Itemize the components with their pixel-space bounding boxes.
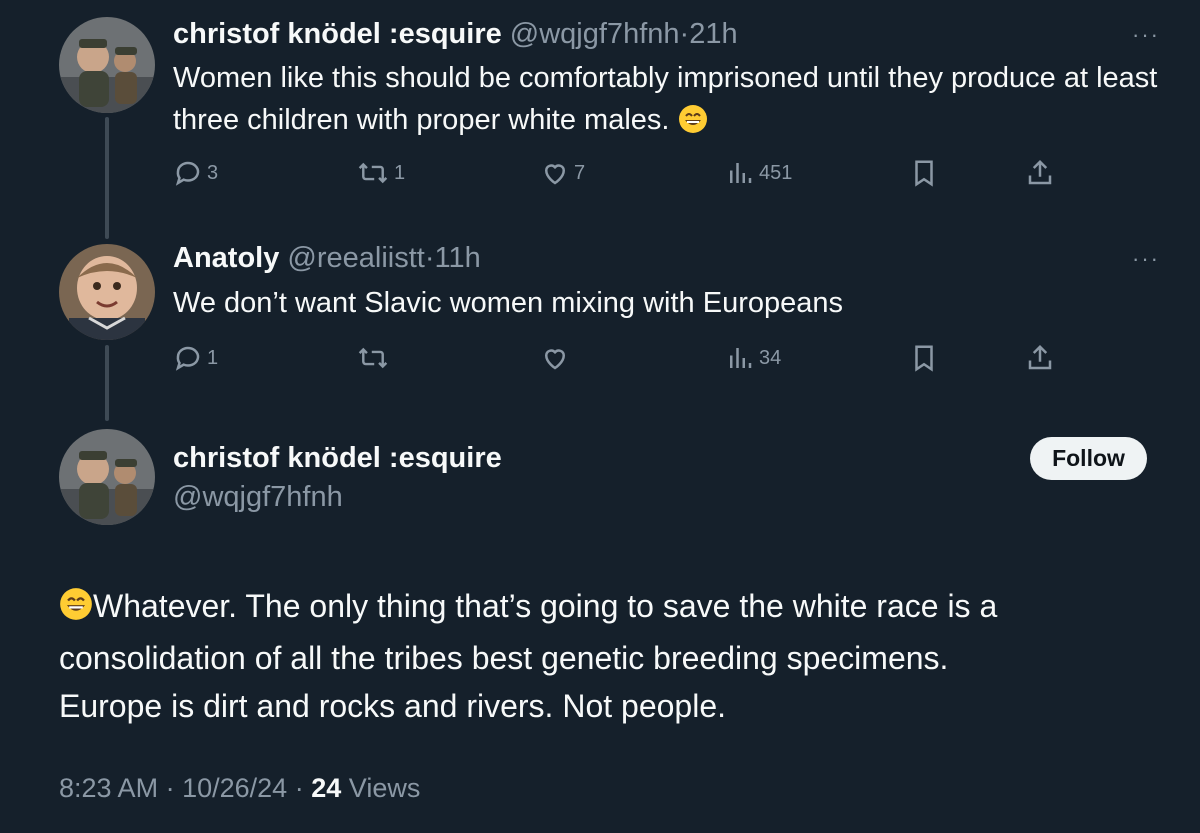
repost-icon bbox=[358, 162, 388, 184]
views-icon bbox=[730, 348, 752, 368]
repost-button[interactable] bbox=[356, 343, 394, 373]
header-separator: · bbox=[424, 242, 435, 274]
repost-icon bbox=[358, 347, 388, 369]
tweet-body: Women like this should be comfortably im… bbox=[173, 62, 1158, 136]
header-separator: · bbox=[679, 18, 690, 50]
views-button[interactable]: 34 bbox=[725, 343, 781, 373]
tweet-time[interactable]: 21h bbox=[689, 18, 737, 50]
author-name[interactable]: christof knödel :esquire bbox=[173, 440, 502, 476]
author-handle[interactable]: @reealiistt bbox=[287, 242, 424, 274]
tweet-body-line: Whatever. The only thing that’s going to… bbox=[93, 588, 998, 624]
views-count: 24 bbox=[311, 773, 342, 803]
author-handle[interactable]: @wqjgf7hfnh bbox=[173, 479, 343, 515]
tweet-metadata: 8:23 AM · 10/26/24 · 24 Views bbox=[59, 770, 420, 806]
more-options-button[interactable]: ··· bbox=[1132, 24, 1160, 46]
meta-separator: · bbox=[294, 773, 304, 803]
heart-icon bbox=[544, 349, 566, 370]
follow-button[interactable]: Follow bbox=[1030, 437, 1147, 480]
tweet-actions: 1 34 bbox=[173, 340, 1060, 376]
tweet-time[interactable]: 11h bbox=[435, 242, 481, 274]
post-time[interactable]: 8:23 AM bbox=[59, 773, 158, 803]
tweet-body: We don’t want Slavic women mixing with E… bbox=[173, 287, 844, 319]
views-label: Views bbox=[348, 773, 421, 803]
repost-count: 1 bbox=[394, 161, 406, 184]
thread-connector bbox=[105, 345, 109, 421]
tweet-body-line: consolidation of all the tribes best gen… bbox=[59, 640, 949, 676]
bookmark-icon bbox=[915, 345, 933, 372]
tweet-text: Women like this should be comfortably im… bbox=[173, 57, 1163, 146]
author-handle[interactable]: @wqjgf7hfnh bbox=[510, 18, 680, 50]
tweet-header: christof knödel :esquire @wqjgf7hfnh·21h bbox=[173, 16, 738, 52]
post-date[interactable]: 10/26/24 bbox=[182, 773, 287, 803]
repost-button[interactable]: 1 bbox=[356, 158, 405, 188]
views-button[interactable]: 451 bbox=[725, 158, 792, 188]
grinning-face-emoji-icon bbox=[59, 586, 93, 634]
heart-icon bbox=[544, 164, 566, 185]
avatar[interactable] bbox=[59, 429, 155, 525]
reply-icon bbox=[175, 346, 200, 371]
tweet-line: Whatever. The only thing that’s going to… bbox=[59, 582, 1159, 634]
reply-button[interactable]: 1 bbox=[173, 343, 218, 373]
like-button[interactable]: 7 bbox=[540, 158, 585, 188]
reply-icon bbox=[175, 161, 200, 186]
tweet-header: Anatoly @reealiistt·11h bbox=[173, 240, 481, 276]
bookmark-icon bbox=[915, 160, 933, 187]
views-icon bbox=[730, 163, 752, 183]
tweet-body-line: Europe is dirt and rocks and rivers. Not… bbox=[59, 688, 726, 724]
avatar[interactable] bbox=[59, 17, 155, 113]
reply-button[interactable]: 3 bbox=[173, 158, 218, 188]
author-name[interactable]: Anatoly bbox=[173, 242, 279, 274]
grinning-face-emoji-icon bbox=[678, 104, 708, 146]
more-options-button[interactable]: ··· bbox=[1132, 248, 1160, 270]
reply-count: 3 bbox=[207, 161, 219, 184]
reply-count: 1 bbox=[207, 346, 219, 369]
bookmark-button[interactable] bbox=[909, 343, 939, 373]
bookmark-button[interactable] bbox=[909, 158, 939, 188]
author-name[interactable]: christof knödel :esquire bbox=[173, 18, 502, 50]
share-icon bbox=[1028, 344, 1052, 370]
like-count: 7 bbox=[574, 161, 586, 184]
like-button[interactable] bbox=[540, 343, 574, 373]
tweet-actions: 3 1 7 451 bbox=[173, 155, 1060, 191]
thread-connector bbox=[105, 117, 109, 239]
tweet-text: Whatever. The only thing that’s going to… bbox=[59, 582, 1159, 730]
tweet-text: We don’t want Slavic women mixing with E… bbox=[173, 282, 1163, 324]
view-count: 451 bbox=[759, 161, 793, 184]
meta-separator: · bbox=[165, 773, 175, 803]
share-button[interactable] bbox=[1025, 158, 1055, 188]
share-icon bbox=[1028, 159, 1052, 185]
share-button[interactable] bbox=[1025, 343, 1055, 373]
view-count: 34 bbox=[759, 346, 782, 369]
avatar[interactable] bbox=[59, 244, 155, 340]
